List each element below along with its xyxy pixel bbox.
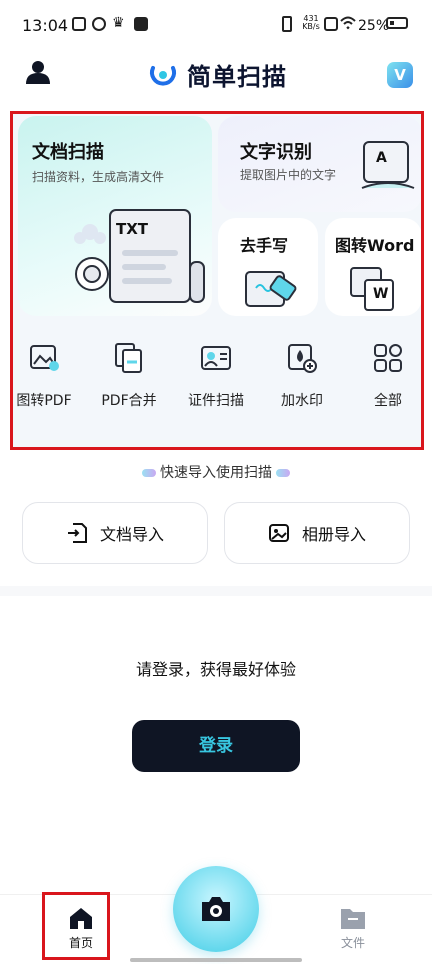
wifi-icon	[340, 16, 356, 30]
notification-icon	[72, 17, 86, 31]
net-speed: 431 KB/s	[300, 15, 322, 31]
album-import-button[interactable]: 相册导入	[224, 502, 410, 564]
app-title: 简单扫描	[187, 62, 287, 91]
app-logo: 简单扫描	[147, 58, 287, 91]
battery-percent: 25%	[358, 18, 390, 34]
hint-pill-left-icon	[142, 469, 156, 477]
camera-scan-button[interactable]	[173, 866, 259, 952]
section-divider	[0, 586, 432, 596]
quick-import-text: 快速导入使用扫描	[160, 465, 272, 481]
hint-pill-right-icon	[276, 469, 290, 477]
quick-import-hint: 快速导入使用扫描	[0, 462, 432, 482]
tab-files[interactable]: 文件	[318, 900, 388, 956]
sim-icon	[324, 17, 338, 31]
app-root: { "status_bar": {"time": "13:04", "net_s…	[0, 0, 432, 964]
home-highlight-frame	[42, 892, 110, 960]
doc-import-label: 文档导入	[99, 525, 164, 544]
vibrate-icon	[282, 16, 292, 32]
album-import-label: 相册导入	[301, 525, 366, 544]
highlight-frame	[10, 111, 424, 450]
vip-badge-icon[interactable]: V	[387, 62, 413, 88]
tab-files-label: 文件	[340, 936, 365, 950]
doc-import-button[interactable]: 文档导入	[22, 502, 208, 564]
tiktok-icon	[134, 17, 148, 31]
login-prompt-text: 请登录，获得最好体验	[135, 660, 296, 679]
net-speed-unit: KB/s	[302, 22, 320, 31]
battery-icon	[386, 17, 408, 29]
camera-icon	[202, 897, 230, 921]
crown-icon: ♛	[112, 15, 125, 31]
doc-import-icon	[67, 523, 87, 543]
logo-icon	[150, 66, 176, 86]
user-profile-icon[interactable]	[26, 60, 50, 84]
login-button[interactable]: 登录	[132, 720, 300, 772]
album-icon	[268, 524, 289, 542]
folder-icon	[341, 909, 365, 929]
status-time: 13:04	[22, 16, 69, 35]
gesture-bar	[130, 958, 302, 962]
app-notification-icon	[92, 17, 106, 31]
status-bar: 13:04 ♛ 431 KB/s 25%	[0, 0, 432, 52]
